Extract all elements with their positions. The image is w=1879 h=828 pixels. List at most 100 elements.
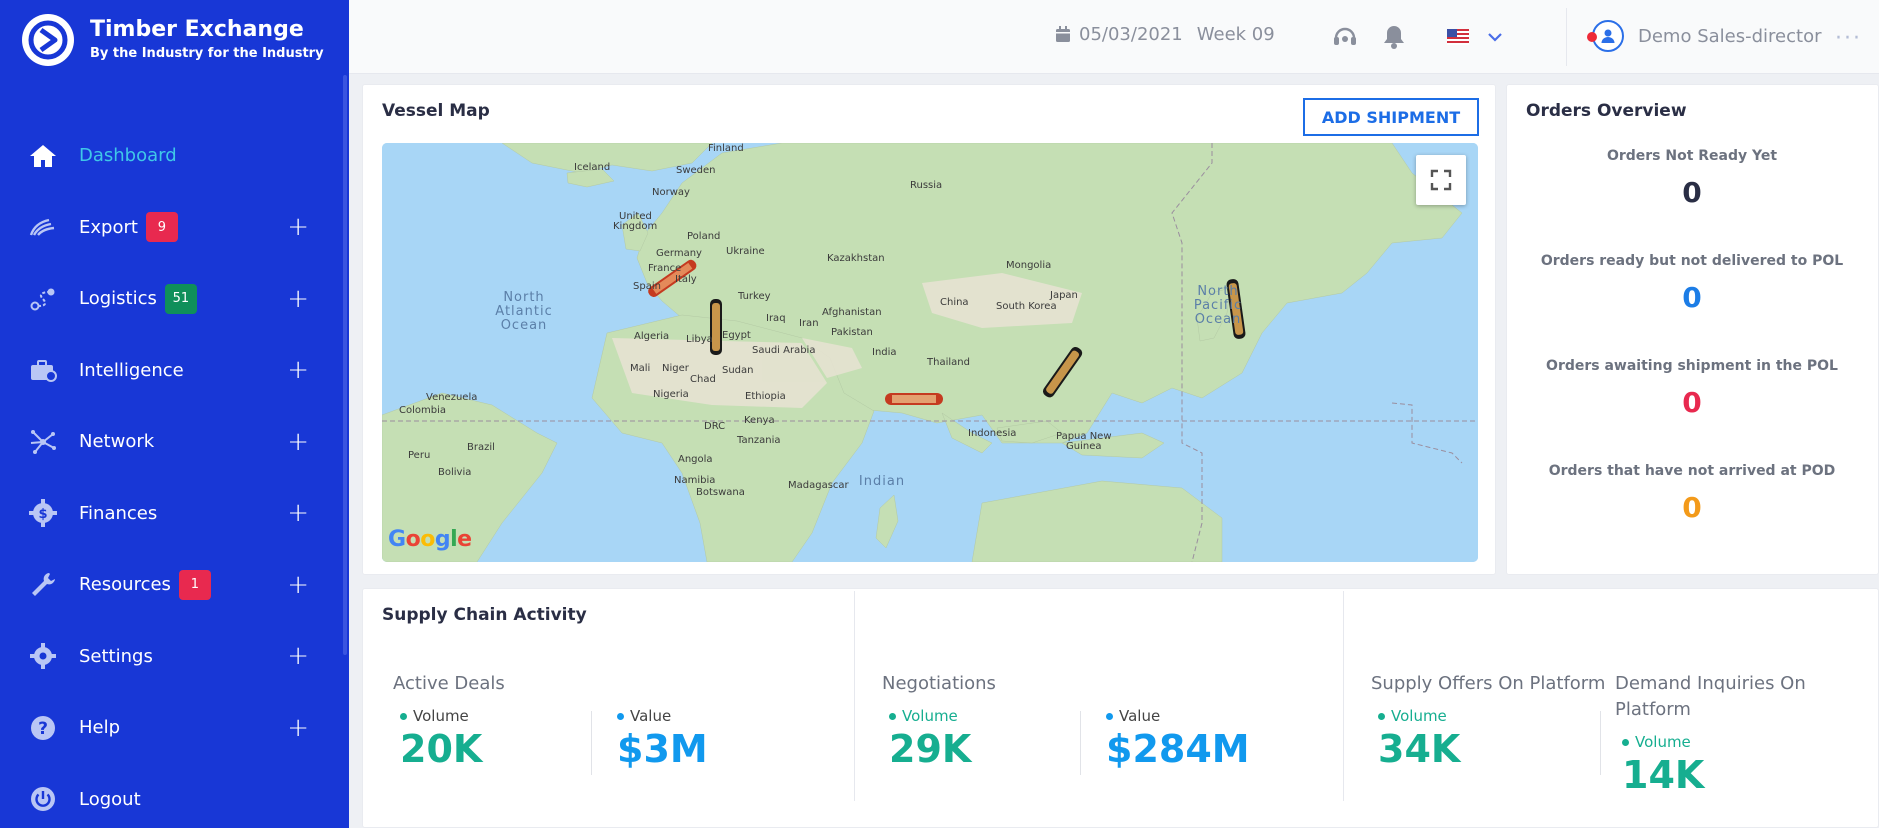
active-deals-value[interactable]: Value $3M	[617, 707, 708, 771]
sidebar-item-export[interactable]: Export 9 +	[0, 192, 349, 264]
map-label: Iraq	[766, 313, 786, 324]
demand-inquiries-volume[interactable]: Volume 14K	[1622, 733, 1704, 797]
orders-overview-title: Orders Overview	[1526, 101, 1687, 121]
map-label: Thailand	[926, 357, 970, 368]
order-stat[interactable]: Orders awaiting shipment in the POL 0	[1507, 358, 1877, 419]
supply-chain-card: Supply Chain Activity Active Deals Volum…	[362, 588, 1879, 828]
sidebar-item-label: Finances	[79, 502, 158, 524]
map-label: Russia	[910, 180, 942, 191]
map-label: Nigeria	[653, 389, 689, 400]
sidebar-item-resources[interactable]: Resources 1 +	[0, 549, 349, 621]
sidebar-item-intelligence[interactable]: Intelligence +	[0, 335, 349, 407]
metric-divider	[1600, 711, 1601, 775]
google-logo[interactable]: Google	[388, 527, 472, 552]
user-icon	[1601, 29, 1615, 43]
metric-value: 14K	[1622, 753, 1705, 797]
brand-subtitle: By the Industry for the Industry	[90, 46, 324, 61]
negotiations-label: Negotiations	[882, 673, 996, 694]
map-label: Angola	[678, 454, 713, 465]
more-options-icon[interactable]: ···	[1835, 26, 1862, 51]
map-label: Colombia	[399, 405, 446, 416]
orders-overview-card: Orders Overview Orders Not Ready Yet 0 O…	[1506, 84, 1879, 575]
active-deals-volume[interactable]: Volume 20K	[400, 707, 482, 771]
map-label: Bolivia	[438, 467, 471, 478]
negotiations-value[interactable]: Value $284M	[1106, 707, 1250, 771]
status-dot	[1378, 712, 1385, 720]
map-label: Ethiopia	[745, 391, 786, 402]
metric-label: Value	[1119, 707, 1161, 725]
map-label: Norway	[652, 187, 690, 198]
map-label: South Korea	[996, 301, 1057, 312]
section-divider	[854, 591, 855, 801]
sidebar-item-logout[interactable]: Logout	[0, 764, 349, 828]
map-label: Indonesia	[968, 428, 1016, 439]
expand-plus-icon[interactable]: +	[287, 357, 309, 383]
power-icon	[28, 784, 58, 814]
export-icon	[28, 212, 58, 242]
route-icon	[28, 284, 58, 314]
section-divider	[1343, 591, 1344, 801]
map-label: Kazakhstan	[827, 253, 885, 264]
metric-label: Value	[630, 707, 672, 725]
home-icon	[28, 141, 58, 171]
supply-offers-volume[interactable]: Volume 34K	[1378, 707, 1460, 771]
expand-plus-icon[interactable]: +	[287, 643, 309, 669]
map-label: Indian	[859, 474, 905, 489]
brand[interactable]: Timber Exchange By the Industry for the …	[22, 14, 324, 66]
expand-plus-icon[interactable]: +	[287, 429, 309, 455]
order-stat-value: 0	[1682, 281, 1702, 314]
calendar-icon	[1056, 26, 1070, 42]
sidebar-item-label: Network	[79, 431, 155, 453]
brand-title: Timber Exchange	[90, 17, 304, 42]
sidebar-item-logistics[interactable]: Logistics 51 +	[0, 263, 349, 335]
expand-plus-icon[interactable]: +	[287, 286, 309, 312]
user-menu[interactable]: Demo Sales-director	[1587, 20, 1821, 52]
resources-badge: 1	[178, 569, 211, 600]
map-label: Germany	[656, 248, 702, 259]
map-label: Saudi Arabia	[752, 345, 815, 356]
sidebar-item-dashboard[interactable]: Dashboard	[0, 120, 349, 192]
supply-chain-title: Supply Chain Activity	[382, 605, 587, 625]
map-label: India	[872, 347, 897, 358]
sidebar-item-help[interactable]: ? Help +	[0, 692, 349, 764]
sidebar-item-network[interactable]: Network +	[0, 406, 349, 478]
map-label: Guinea	[1066, 441, 1101, 452]
map-label: Kenya	[744, 415, 775, 426]
metric-value: 34K	[1378, 727, 1461, 771]
network-icon	[28, 427, 58, 457]
briefcase-icon	[28, 355, 58, 385]
sidebar-item-label: Logistics	[79, 288, 157, 310]
negotiations-volume[interactable]: Volume 29K	[889, 707, 971, 771]
order-stat[interactable]: Orders Not Ready Yet 0	[1507, 148, 1877, 209]
map-label: France	[648, 263, 681, 274]
order-stat-label: Orders that have not arrived at POD	[1548, 463, 1836, 479]
sidebar-nav: Dashboard Export 9 + Logistics 51 + Inte…	[0, 120, 349, 828]
demand-inquiries-label: Demand Inquiries On Platform	[1615, 673, 1806, 720]
map-label: Turkey	[737, 291, 771, 302]
logistics-badge: 51	[164, 283, 197, 314]
order-stat[interactable]: Orders that have not arrived at POD 0	[1507, 463, 1877, 524]
sidebar-item-settings[interactable]: Settings +	[0, 621, 349, 693]
support-headset-icon[interactable]	[1330, 22, 1360, 52]
export-badge: 9	[145, 212, 178, 243]
expand-plus-icon[interactable]: +	[287, 214, 309, 240]
map-label: Peru	[408, 450, 430, 461]
fullscreen-button[interactable]	[1416, 155, 1466, 205]
order-stat[interactable]: Orders ready but not delivered to POL 0	[1507, 253, 1877, 314]
wrench-icon	[28, 570, 58, 600]
chevron-down-icon[interactable]	[1480, 22, 1510, 52]
expand-plus-icon[interactable]: +	[287, 572, 309, 598]
bell-icon[interactable]	[1379, 22, 1409, 52]
sidebar-item-finances[interactable]: $ Finances +	[0, 478, 349, 550]
expand-plus-icon[interactable]: +	[287, 500, 309, 526]
map-label: Kingdom	[613, 221, 657, 232]
vessel-map[interactable]: Finland Iceland Sweden Russia Norway Uni…	[382, 143, 1478, 562]
status-dot	[1587, 32, 1597, 42]
map-label: Tanzania	[736, 435, 781, 446]
us-flag-icon[interactable]	[1443, 22, 1473, 52]
map-label: Venezuela	[426, 392, 477, 403]
status-dot	[1106, 712, 1113, 720]
add-shipment-button[interactable]: ADD SHIPMENT	[1303, 98, 1479, 136]
expand-plus-icon[interactable]: +	[287, 715, 309, 741]
vessel-map-card: Vessel Map ADD SHIPMENT Finland Iceland …	[362, 84, 1496, 575]
